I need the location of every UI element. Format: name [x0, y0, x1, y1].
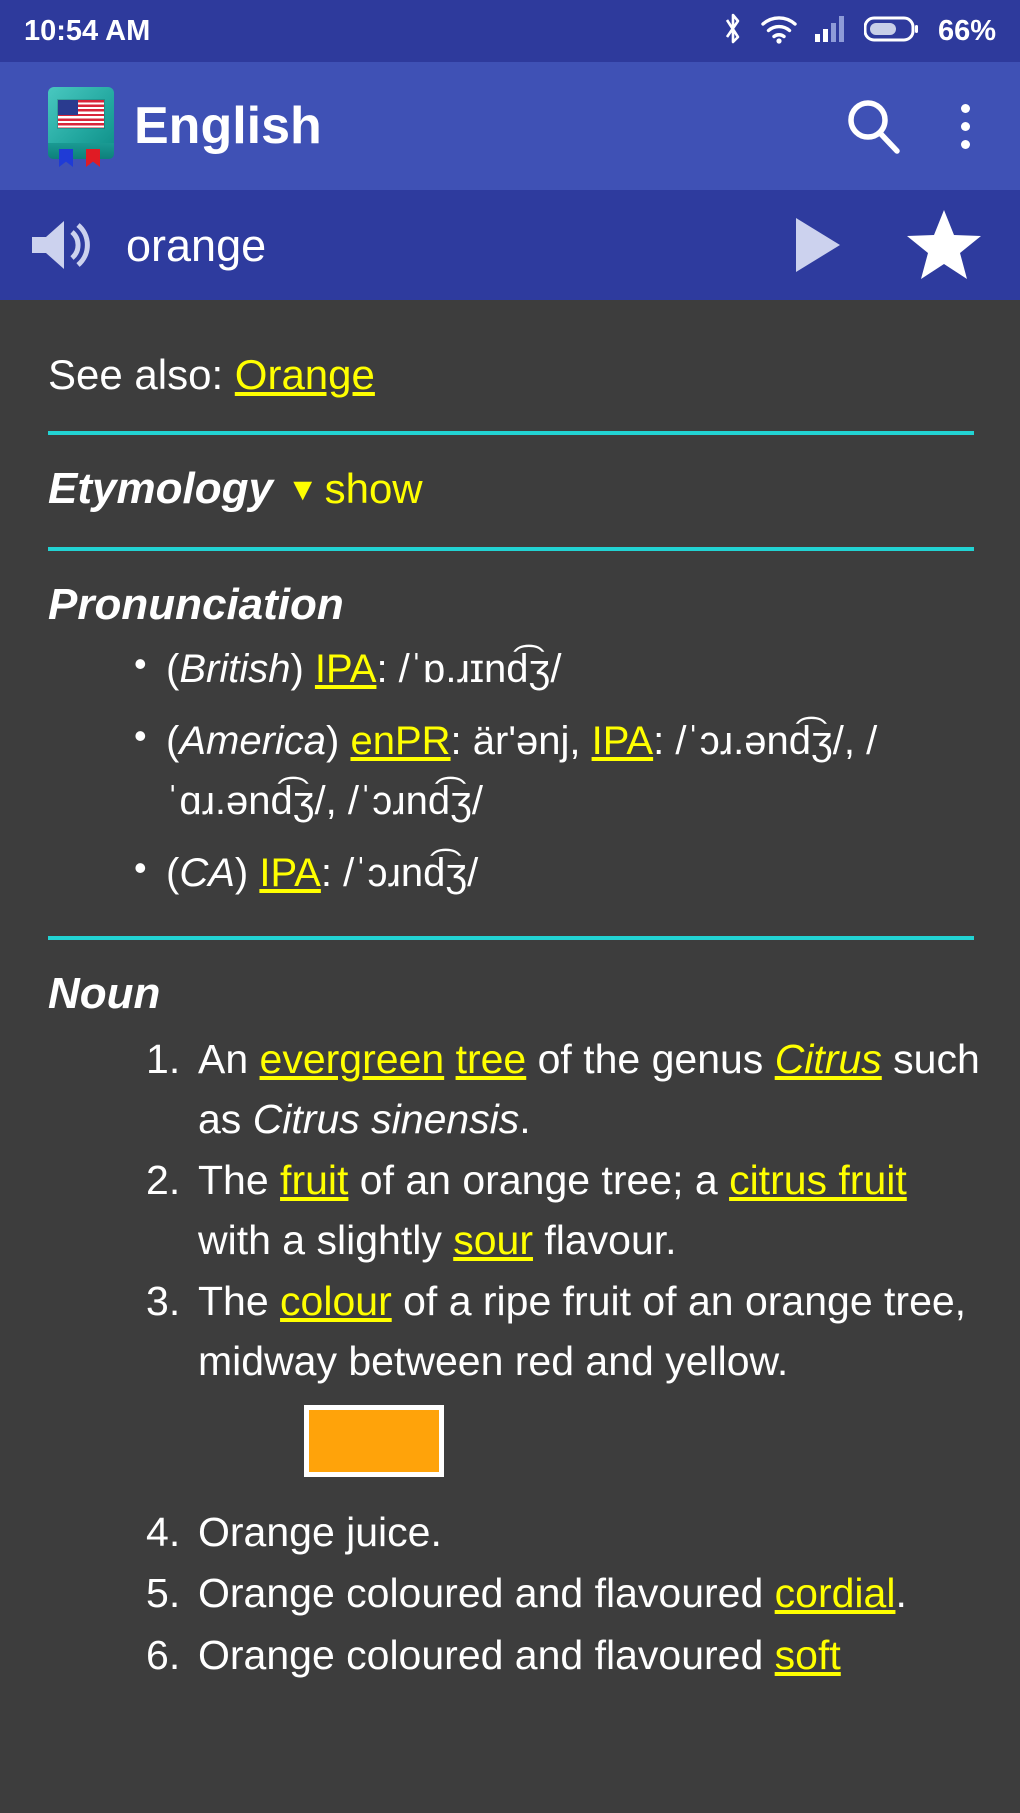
- paren-open: (: [166, 718, 180, 763]
- chevron-down-icon[interactable]: ▼: [287, 471, 319, 507]
- definition-text: The: [198, 1157, 281, 1204]
- pronunciation-list: (British) IPA: /ˈɒ.ɹɪnd͡ʒ/ (America) enP…: [48, 629, 980, 903]
- definition-link[interactable]: fruit: [280, 1157, 348, 1203]
- word-bar: orange: [0, 190, 1020, 300]
- region-label: CA: [179, 850, 235, 895]
- battery-percent: 66%: [937, 14, 996, 47]
- overflow-menu-icon[interactable]: [950, 100, 980, 153]
- cellular-signal-icon: [814, 15, 848, 48]
- app-bar-actions: [842, 95, 990, 157]
- separator: :: [653, 718, 676, 763]
- region-label: British: [179, 646, 291, 691]
- list-item: The colour of a ripe fruit of an orange …: [48, 1272, 980, 1477]
- definition-text: An: [198, 1036, 260, 1083]
- list-item: Orange coloured and flavoured soft: [48, 1626, 980, 1686]
- list-item: The fruit of an orange tree; a citrus fr…: [48, 1151, 980, 1270]
- app-bar: English: [0, 62, 1020, 190]
- paren-close: ): [234, 850, 249, 895]
- region-label: America: [179, 718, 327, 763]
- separator: :: [376, 646, 399, 691]
- pronunciation-value: är'ənj,: [472, 718, 592, 763]
- separator: :: [320, 850, 344, 895]
- definition-text: flavour.: [532, 1216, 677, 1263]
- see-also-label: See also:: [48, 351, 224, 398]
- etymology-heading: Etymology ▼ show: [48, 464, 980, 514]
- definition-link[interactable]: tree: [456, 1036, 527, 1082]
- wifi-icon: [760, 14, 798, 49]
- article-content: See also: Orange Etymology ▼ show Pronunci…: [0, 300, 1020, 1686]
- etymology-heading-label: Etymology: [48, 464, 273, 514]
- definition-link[interactable]: citrus fruit: [729, 1157, 907, 1203]
- definition-text: .: [895, 1570, 907, 1617]
- ipa-link[interactable]: IPA: [315, 647, 377, 691]
- pronunciation-value: /ˈɔɹnd͡ʒ/: [343, 850, 479, 895]
- definition-text: [444, 1036, 455, 1082]
- noun-heading: Noun: [48, 968, 161, 1018]
- enpr-link[interactable]: enPR: [350, 719, 450, 763]
- battery-icon: [863, 15, 918, 48]
- definition-link[interactable]: Citrus: [775, 1036, 882, 1082]
- dictionary-book-us-flag-icon: [46, 87, 118, 167]
- paren-open: (: [166, 850, 180, 895]
- page-title: English: [134, 97, 322, 155]
- definition-text: The: [198, 1278, 281, 1325]
- see-also-line: See also: Orange: [48, 300, 980, 398]
- definition-text: Orange coloured and flavoured: [198, 1570, 775, 1617]
- list-item: Orange coloured and flavoured cordial.: [48, 1564, 980, 1624]
- definition-link[interactable]: colour: [280, 1278, 392, 1324]
- paren-open: (: [166, 646, 180, 691]
- noun-definition-list: An evergreen tree of the genus Citrus su…: [48, 1018, 980, 1685]
- definition-text: of an orange tree; a: [348, 1157, 730, 1204]
- divider-3: [48, 935, 974, 940]
- list-item: (CA) IPA: /ˈɔɹnd͡ʒ/: [48, 841, 980, 903]
- definition-link[interactable]: evergreen: [260, 1036, 445, 1082]
- list-item: (America) enPR: är'ənj, IPA: /ˈɔɹ.ənd͡ʒ/…: [48, 709, 980, 831]
- current-word: orange: [126, 219, 267, 271]
- list-item: Orange juice.: [48, 1503, 980, 1563]
- definition-text: .: [519, 1095, 531, 1142]
- status-bar: 10:54 AM 66%: [0, 0, 1020, 62]
- definition-link[interactable]: soft: [775, 1632, 841, 1678]
- separator: :: [450, 718, 473, 763]
- search-icon[interactable]: [842, 95, 904, 157]
- definition-text: of the genus: [526, 1036, 775, 1083]
- definition-text: Orange juice.: [198, 1508, 442, 1555]
- ipa-link[interactable]: IPA: [592, 719, 654, 763]
- bluetooth-icon: [722, 12, 744, 51]
- list-item: An evergreen tree of the genus Citrus su…: [48, 1030, 980, 1149]
- see-also-link[interactable]: Orange: [235, 351, 375, 398]
- etymology-show-toggle[interactable]: show: [325, 465, 423, 512]
- pronunciation-heading: Pronunciation: [48, 579, 344, 629]
- play-icon[interactable]: [796, 218, 840, 272]
- taxon-name: Citrus sinensis: [252, 1095, 520, 1142]
- list-item: (British) IPA: /ˈɒ.ɹɪnd͡ʒ/: [48, 637, 980, 699]
- ipa-link[interactable]: IPA: [259, 851, 321, 895]
- color-swatch: [304, 1404, 444, 1477]
- star-icon[interactable]: [906, 208, 982, 282]
- divider-2: [48, 546, 974, 551]
- word-bar-actions: [796, 208, 982, 282]
- definition-link[interactable]: cordial: [775, 1570, 896, 1616]
- definition-text: with a slightly: [198, 1216, 454, 1263]
- pronunciation-value: /ˈɒ.ɹɪnd͡ʒ/: [398, 646, 562, 691]
- divider-1: [48, 431, 974, 436]
- definition-link[interactable]: sour: [453, 1217, 533, 1263]
- definition-text: Orange coloured and flavoured: [198, 1631, 775, 1678]
- paren-close: ): [290, 646, 304, 691]
- status-time: 10:54 AM: [24, 14, 151, 47]
- status-icons: 66%: [722, 12, 996, 51]
- speaker-icon[interactable]: [26, 214, 98, 276]
- paren-close: ): [326, 718, 340, 763]
